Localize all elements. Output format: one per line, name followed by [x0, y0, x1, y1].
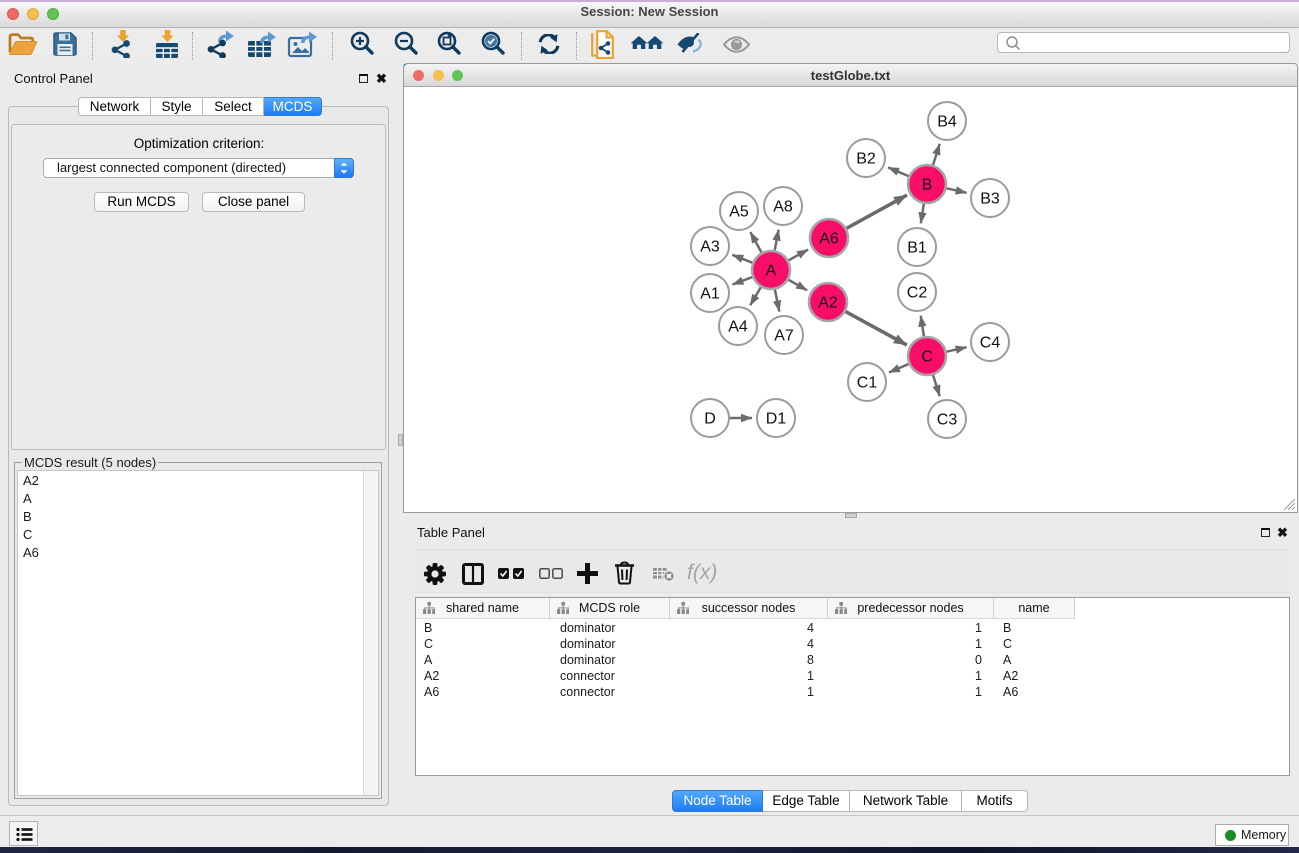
- svg-text:A1: A1: [700, 286, 720, 303]
- svg-text:C4: C4: [980, 335, 1001, 352]
- svg-text:A3: A3: [700, 239, 720, 256]
- svg-text:B4: B4: [937, 114, 957, 131]
- svg-text:B1: B1: [907, 240, 927, 257]
- svg-text:C3: C3: [937, 412, 958, 429]
- svg-text:f(x): f(x): [687, 562, 717, 584]
- svg-text:A2: A2: [818, 295, 838, 312]
- svg-text:D: D: [704, 411, 716, 428]
- svg-text:B: B: [922, 177, 933, 194]
- svg-text:B2: B2: [856, 151, 876, 168]
- svg-text:A: A: [766, 263, 777, 280]
- svg-text:B3: B3: [980, 191, 1000, 208]
- svg-text:C2: C2: [907, 285, 928, 302]
- svg-text:C1: C1: [857, 375, 878, 392]
- svg-text:A4: A4: [728, 319, 748, 336]
- svg-text:A6: A6: [819, 231, 839, 248]
- svg-text:A5: A5: [729, 204, 749, 221]
- svg-text:C: C: [921, 349, 933, 366]
- svg-text:D1: D1: [766, 411, 787, 428]
- svg-text:A7: A7: [774, 328, 794, 345]
- svg-text:A8: A8: [773, 199, 793, 216]
